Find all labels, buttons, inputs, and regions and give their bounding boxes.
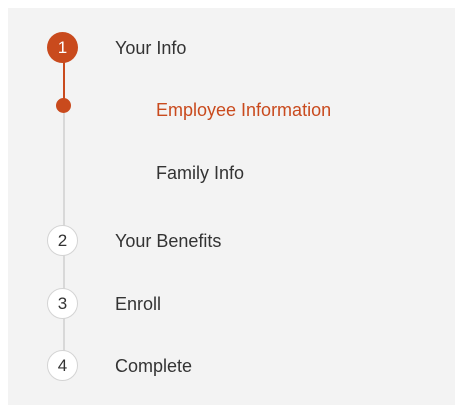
step-4-number-badge: 4 [47,350,78,381]
step-2-number-badge: 2 [47,225,78,256]
step-3-label[interactable]: Enroll [115,294,161,315]
substep-family-info[interactable]: Family Info [156,163,244,184]
step-4-label[interactable]: Complete [115,356,192,377]
step-1-label[interactable]: Your Info [115,38,186,59]
step-3-number-badge: 3 [47,288,78,319]
step-2-label[interactable]: Your Benefits [115,231,221,252]
step-1-number-badge: 1 [47,32,78,63]
current-substep-marker [56,98,71,113]
enrollment-stepper: 1 Your Info Employee Information Family … [8,8,455,405]
substep-employee-information[interactable]: Employee Information [156,100,331,121]
